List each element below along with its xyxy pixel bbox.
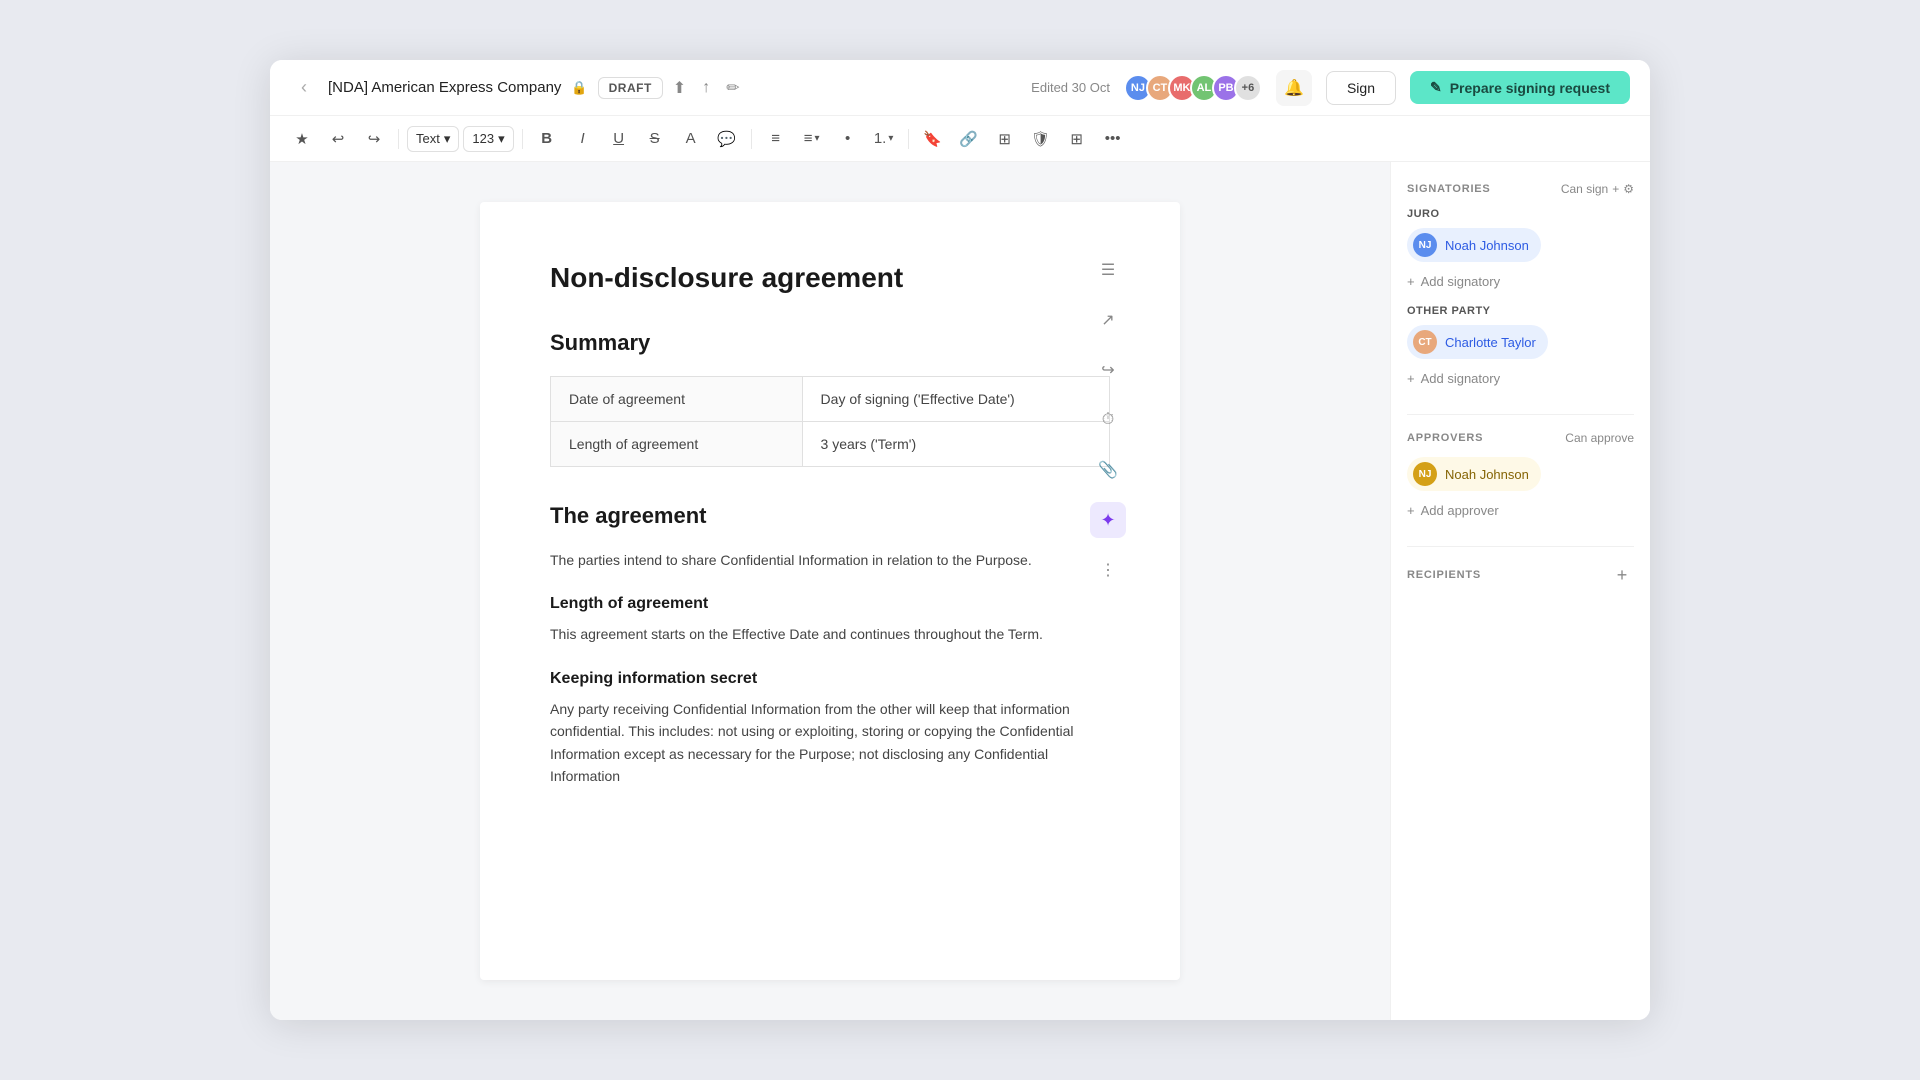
avatar-group: NJ CT MK AL PB +6 (1124, 74, 1262, 102)
prepare-signing-button[interactable]: ✎ Prepare signing request (1410, 71, 1630, 104)
sign-button[interactable]: Sign (1326, 71, 1396, 105)
settings-icon[interactable]: ⚙ (1623, 182, 1634, 196)
summary-table: Date of agreement Day of signing ('Effec… (550, 376, 1110, 467)
font-color-button[interactable]: A (675, 123, 707, 155)
more-options-btn[interactable]: ⋮ (1090, 552, 1126, 588)
recipients-section: RECIPIENTS + (1407, 563, 1634, 587)
document-editor[interactable]: Non-disclosure agreement Summary Date of… (270, 162, 1390, 1020)
back-button[interactable]: ‹ (290, 74, 318, 102)
edited-label: Edited 30 Oct (1031, 80, 1110, 95)
lock-icon: 🔒 (571, 80, 587, 96)
star-button[interactable]: ★ (286, 123, 318, 155)
document-title: [NDA] American Express Company (328, 79, 561, 96)
italic-button[interactable]: I (567, 123, 599, 155)
add-signatory-1-button[interactable]: + Add signatory (1407, 270, 1500, 293)
bookmark-button[interactable]: 🔖 (917, 123, 949, 155)
signatory-noah-johnson-1[interactable]: NJ Noah Johnson (1407, 228, 1541, 262)
underline-button[interactable]: U (603, 123, 635, 155)
list-icon-btn[interactable]: ☰ (1090, 252, 1126, 288)
link-button[interactable]: 🔗 (953, 123, 985, 155)
approvers-title: APPROVERS (1407, 432, 1483, 444)
eraser-icon[interactable]: ✏ (726, 78, 739, 98)
add-signatory-2-button[interactable]: + Add signatory (1407, 367, 1500, 390)
section-divider (1407, 414, 1634, 415)
toolbar-divider (751, 129, 752, 149)
numbered-list-button[interactable]: 1.▾ (868, 123, 900, 155)
plus-icon[interactable]: + (1612, 182, 1619, 196)
table-cell-label: Length of agreement (551, 422, 803, 467)
approver-noah-johnson[interactable]: NJ Noah Johnson (1407, 457, 1541, 491)
table-row: Date of agreement Day of signing ('Effec… (551, 377, 1110, 422)
grid-button[interactable]: ⊞ (1061, 123, 1093, 155)
toolbar-divider (398, 129, 399, 149)
avatar: NJ (1413, 233, 1437, 257)
agreement-heading: The agreement (550, 503, 1110, 529)
can-approve-label: Can approve (1565, 431, 1634, 445)
other-party-group-title: OTHER PARTY (1407, 305, 1634, 317)
export-icon-btn[interactable]: ↪ (1090, 352, 1126, 388)
cloud-save-icon[interactable]: ⬆ (673, 78, 686, 98)
pen-icon: ✎ (1430, 79, 1442, 96)
right-sidebar: SIGNATORIES Can sign + ⚙ JURO NJ Noah Jo… (1390, 162, 1650, 1020)
align-button[interactable]: ≡▾ (796, 123, 828, 155)
avatar: CT (1413, 330, 1437, 354)
table-cell-label: Date of agreement (551, 377, 803, 422)
table-button[interactable]: ⊞ (989, 123, 1021, 155)
avatar-count: +6 (1234, 74, 1262, 102)
add-recipient-button[interactable]: + (1610, 563, 1634, 587)
notifications-button[interactable]: 🔔 (1276, 70, 1312, 106)
export-icon[interactable]: ↑ (702, 79, 710, 97)
can-sign-label: Can sign + ⚙ (1561, 182, 1634, 196)
text-style-select[interactable]: Text ▾ (407, 126, 459, 152)
recipients-title: RECIPIENTS (1407, 569, 1481, 581)
plus-icon: + (1407, 371, 1415, 386)
toolbar-divider (522, 129, 523, 149)
redo-button[interactable]: ↪ (358, 123, 390, 155)
attachment-icon-btn[interactable]: 📎 (1090, 452, 1126, 488)
table-cell-value: 3 years ('Term') (802, 422, 1109, 467)
juro-group-title: JURO (1407, 208, 1634, 220)
signatories-section: SIGNATORIES Can sign + ⚙ JURO NJ Noah Jo… (1407, 182, 1634, 390)
more-button[interactable]: ••• (1097, 123, 1129, 155)
undo-button[interactable]: ↩ (322, 123, 354, 155)
plus-icon: + (1407, 274, 1415, 289)
summary-heading: Summary (550, 330, 1110, 356)
ordered-list-button[interactable]: ≡ (760, 123, 792, 155)
agreement-text: The parties intend to share Confidential… (550, 549, 1110, 571)
add-approver-button[interactable]: + Add approver (1407, 499, 1499, 522)
length-text: This agreement starts on the Effective D… (550, 623, 1110, 645)
approvers-section: APPROVERS Can approve NJ Noah Johnson + … (1407, 431, 1634, 522)
table-cell-value: Day of signing ('Effective Date') (802, 377, 1109, 422)
comment-button[interactable]: 💬 (711, 123, 743, 155)
chevron-down-icon: ▾ (444, 131, 451, 147)
ai-icon-btn[interactable]: ✦ (1090, 502, 1126, 538)
document-heading: Non-disclosure agreement (550, 262, 1110, 294)
document-page: Non-disclosure agreement Summary Date of… (480, 202, 1180, 980)
length-heading: Length of agreement (550, 595, 1110, 613)
draft-badge: DRAFT (598, 77, 663, 99)
keeping-heading: Keeping information secret (550, 670, 1110, 688)
signatory-charlotte-taylor[interactable]: CT Charlotte Taylor (1407, 325, 1548, 359)
avatar: NJ (1413, 462, 1437, 486)
doc-side-actions: ☰ ↗ ↪ ⏱ 📎 ✦ ⋮ (1086, 162, 1130, 1020)
font-size-select[interactable]: 123 ▾ (463, 126, 513, 152)
strikethrough-button[interactable]: S (639, 123, 671, 155)
clock-icon-btn[interactable]: ⏱ (1090, 402, 1126, 438)
shield-button[interactable]: 🛡 (1025, 123, 1057, 155)
bullet-list-button[interactable]: • (832, 123, 864, 155)
section-divider (1407, 546, 1634, 547)
plus-icon: + (1407, 503, 1415, 518)
table-row: Length of agreement 3 years ('Term') (551, 422, 1110, 467)
share-icon-btn[interactable]: ↗ (1090, 302, 1126, 338)
bold-button[interactable]: B (531, 123, 563, 155)
toolbar-divider (908, 129, 909, 149)
signatories-title: SIGNATORIES (1407, 183, 1491, 195)
chevron-down-icon: ▾ (498, 131, 505, 147)
keeping-text: Any party receiving Confidential Informa… (550, 698, 1110, 788)
